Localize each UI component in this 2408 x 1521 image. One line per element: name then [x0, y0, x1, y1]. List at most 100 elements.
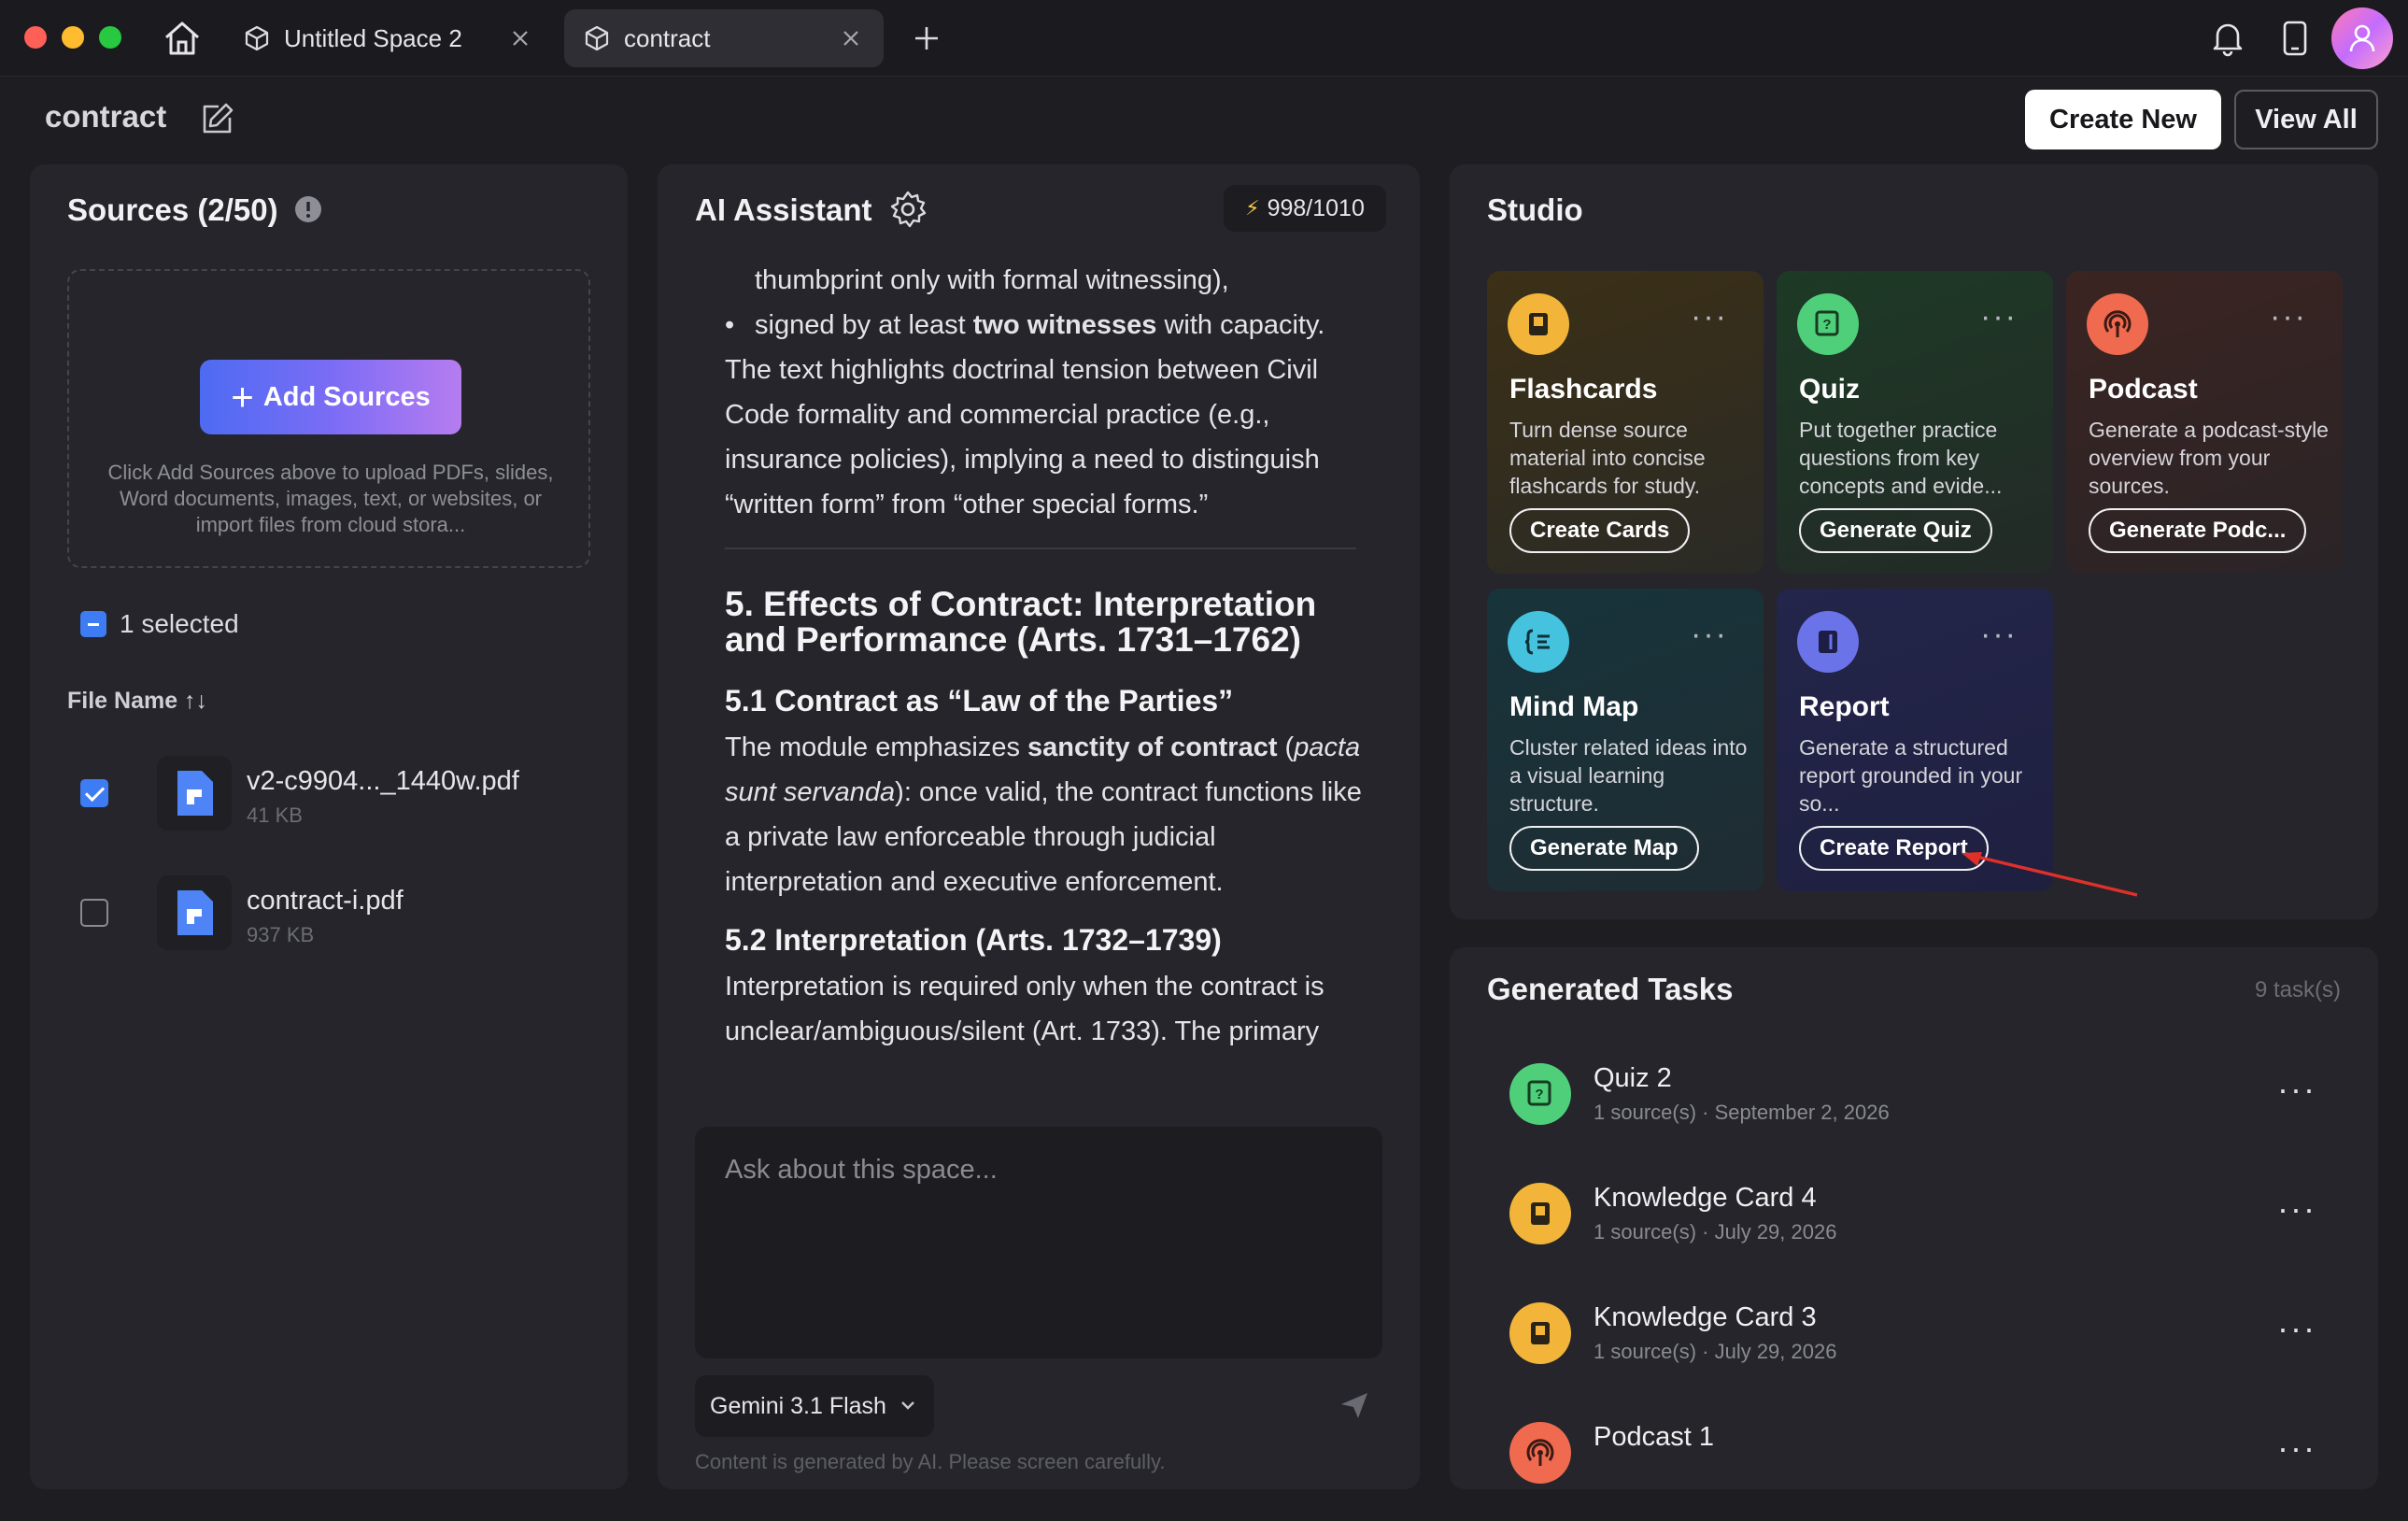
- ai-assistant-title: AI Assistant: [695, 192, 872, 227]
- file-name-sort-header[interactable]: File Name ↑↓: [67, 688, 207, 715]
- ai-response: thumbprint only with formal witnessing),…: [725, 258, 1379, 1222]
- send-icon[interactable]: [1338, 1388, 1371, 1422]
- user-icon: [2349, 24, 2375, 52]
- chevron-down-icon: [901, 1401, 914, 1410]
- chat-input-box[interactable]: [695, 1127, 1382, 1358]
- task-row[interactable]: Podcast 1 ···: [1487, 1400, 2341, 1489]
- create-cards-button[interactable]: Create Cards: [1509, 508, 1691, 553]
- gear-icon[interactable]: [887, 189, 928, 230]
- more-options-icon[interactable]: ···: [2270, 301, 2307, 333]
- model-name: Gemini 3.1 Flash: [710, 1392, 886, 1419]
- task-row[interactable]: ? Quiz 2 1 source(s) · September 2, 2026…: [1487, 1041, 2341, 1144]
- create-new-button[interactable]: Create New: [2025, 90, 2221, 149]
- lightning-icon: ⚡: [1245, 196, 1260, 220]
- add-sources-button[interactable]: + Add Sources: [200, 360, 461, 434]
- edit-icon[interactable]: [198, 99, 237, 138]
- selection-summary[interactable]: 1 selected: [80, 609, 239, 639]
- file-checkbox[interactable]: [80, 779, 108, 807]
- avatar[interactable]: [2331, 7, 2393, 69]
- sources-panel: Sources (2/50) + Add Sources Click Add S…: [30, 164, 628, 1489]
- response-text: The text highlights doctrinal tension be…: [725, 355, 1320, 519]
- flashcard-icon: [1509, 1183, 1571, 1244]
- podcast-card[interactable]: ··· Podcast Generate a podcast-style ove…: [2066, 271, 2343, 574]
- add-sources-label: Add Sources: [262, 381, 431, 412]
- document-icon: [157, 875, 232, 950]
- divider: [725, 547, 1356, 549]
- card-title: Podcast: [2089, 374, 2198, 405]
- more-options-icon[interactable]: ···: [2277, 1312, 2316, 1345]
- more-options-icon[interactable]: ···: [2277, 1431, 2316, 1465]
- more-options-icon[interactable]: ···: [1980, 301, 2018, 333]
- mind-map-icon: [1508, 611, 1569, 673]
- studio-panel: Studio ··· Flashcards Turn dense source …: [1450, 164, 2378, 919]
- response-text: thumbprint only with formal witnessing),: [755, 265, 1229, 295]
- file-size: 937 KB: [247, 923, 315, 946]
- more-options-icon[interactable]: ···: [1691, 301, 1728, 333]
- cube-icon: [585, 25, 609, 51]
- tab-untitled-space-2[interactable]: Untitled Space 2: [224, 9, 553, 67]
- svg-text:?: ?: [1535, 1087, 1543, 1102]
- more-options-icon[interactable]: ···: [2277, 1192, 2316, 1226]
- card-title: Report: [1799, 691, 1890, 722]
- model-select[interactable]: Gemini 3.1 Flash: [695, 1375, 934, 1437]
- generate-podcast-button[interactable]: Generate Podc...: [2089, 508, 2307, 553]
- partial-select-checkbox[interactable]: [80, 611, 106, 637]
- card-description: Cluster related ideas into a visual lear…: [1509, 735, 1748, 816]
- flashcards-card[interactable]: ··· Flashcards Turn dense source materia…: [1487, 271, 1764, 574]
- task-row[interactable]: Knowledge Card 3 1 source(s) · July 29, …: [1487, 1280, 2341, 1383]
- file-row[interactable]: v2-c9904..._1440w.pdf 41 KB: [80, 751, 603, 835]
- credits-value: 998/1010: [1267, 194, 1365, 221]
- close-icon[interactable]: [839, 26, 863, 50]
- card-description: Put together practice questions from key…: [1799, 418, 2003, 498]
- tab-label: Untitled Space 2: [284, 23, 462, 52]
- tab-label: contract: [624, 23, 711, 52]
- info-icon[interactable]: [293, 194, 323, 224]
- upload-dropzone[interactable]: + Add Sources Click Add Sources above to…: [67, 269, 590, 568]
- task-row[interactable]: Knowledge Card 4 1 source(s) · July 29, …: [1487, 1160, 2341, 1263]
- tab-contract[interactable]: contract: [564, 9, 884, 67]
- close-icon[interactable]: [508, 26, 532, 50]
- file-name: v2-c9904..._1440w.pdf: [247, 766, 519, 796]
- more-options-icon[interactable]: ···: [1691, 618, 1728, 650]
- tasks-title: Generated Tasks: [1487, 972, 1734, 1006]
- new-tab-plus-icon[interactable]: [911, 22, 942, 54]
- generate-quiz-button[interactable]: Generate Quiz: [1799, 508, 1992, 553]
- mind-map-card[interactable]: ··· Mind Map Cluster related ideas into …: [1487, 589, 1764, 891]
- file-size: 41 KB: [247, 803, 303, 827]
- ai-disclaimer: Content is generated by AI. Please scree…: [695, 1450, 1166, 1473]
- home-icon[interactable]: [161, 17, 204, 60]
- task-name: Quiz 2: [1594, 1063, 1672, 1093]
- chat-input[interactable]: [725, 1151, 1360, 1188]
- task-name: Knowledge Card 4: [1594, 1183, 1817, 1213]
- generate-map-button[interactable]: Generate Map: [1509, 826, 1699, 871]
- more-options-icon[interactable]: ···: [2277, 1073, 2316, 1106]
- file-row[interactable]: contract-i.pdf 937 KB: [80, 871, 603, 955]
- document-icon: [157, 756, 232, 831]
- dropzone-hint: Click Add Sources above to upload PDFs, …: [107, 461, 554, 536]
- card-title: Quiz: [1799, 374, 1860, 405]
- flashcard-icon: [1509, 1302, 1571, 1364]
- response-heading: 5. Effects of Contract: Interpretation a…: [725, 585, 1317, 659]
- view-all-button[interactable]: View All: [2234, 90, 2378, 149]
- card-description: Generate a podcast-style overview from y…: [2089, 418, 2329, 498]
- bell-icon[interactable]: [2206, 17, 2249, 60]
- podcast-icon: [1509, 1422, 1571, 1484]
- device-icon[interactable]: [2273, 17, 2316, 60]
- svg-text:?: ?: [1822, 317, 1831, 333]
- file-checkbox[interactable]: [80, 899, 108, 927]
- response-text: Interpretation is required only when the…: [725, 972, 1324, 1046]
- selected-count: 1 selected: [120, 609, 239, 638]
- zoom-window-button[interactable]: [99, 26, 121, 49]
- more-options-icon[interactable]: ···: [1980, 618, 2018, 650]
- quiz-icon: ?: [1509, 1063, 1571, 1125]
- response-text: The module emphasizes sanctity of contra…: [725, 732, 1362, 897]
- report-icon: [1797, 611, 1859, 673]
- generated-tasks-panel: Generated Tasks 9 task(s) ? Quiz 2 1 sou…: [1450, 947, 2378, 1489]
- close-window-button[interactable]: [24, 26, 47, 49]
- task-name: Podcast 1: [1594, 1422, 1714, 1452]
- minimize-window-button[interactable]: [62, 26, 84, 49]
- card-title: Flashcards: [1509, 374, 1658, 405]
- response-subheading: 5.1 Contract as “Law of the Parties”: [725, 684, 1234, 718]
- quiz-card[interactable]: ? ··· Quiz Put together practice questio…: [1777, 271, 2053, 574]
- task-name: Knowledge Card 3: [1594, 1302, 1817, 1332]
